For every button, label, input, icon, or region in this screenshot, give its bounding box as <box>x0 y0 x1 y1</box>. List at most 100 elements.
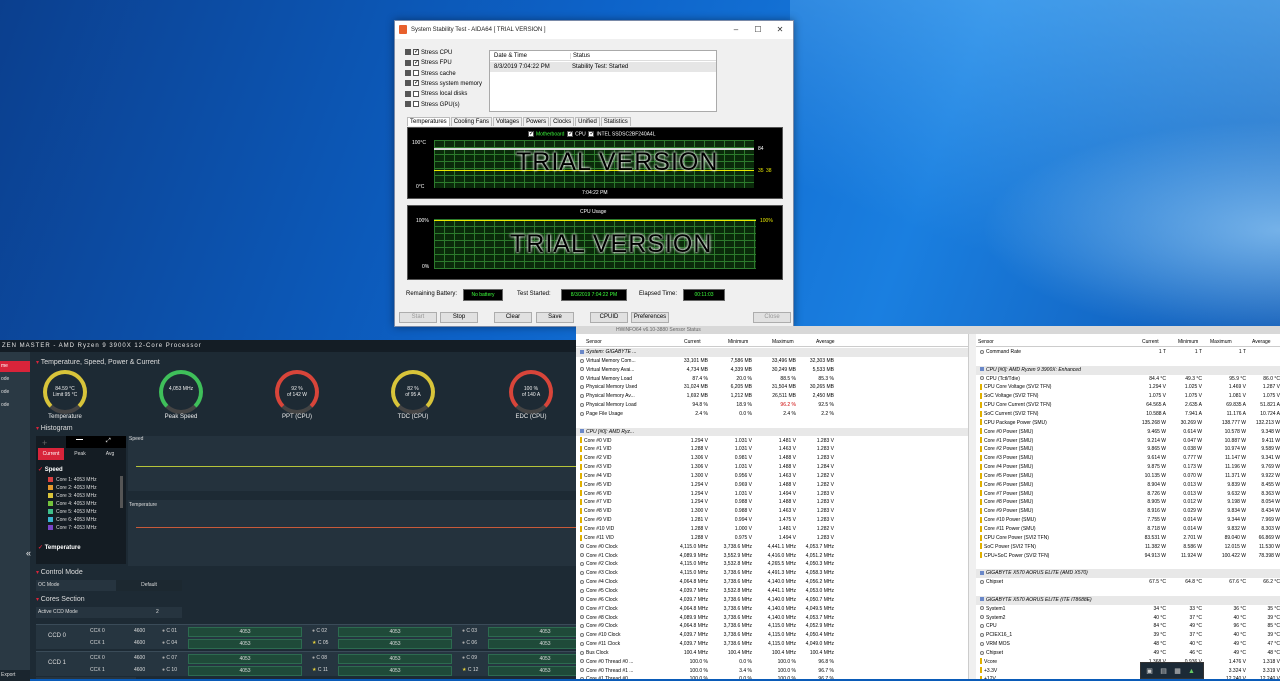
checkbox-icon[interactable]: ✓ <box>567 131 573 137</box>
sensor-row[interactable]: Core #0 Power (SMU) 9.465 W 0.614 W 10.578 … <box>976 428 1280 437</box>
sensor-row[interactable]: Core #10 Clock 4,039.7 MHz 3,738.6 MHz 4,11… <box>576 631 968 640</box>
tab-voltages[interactable]: Voltages <box>493 117 523 126</box>
sensor-row[interactable]: CPU (Tctl/Tdie) 84.4 °C 49.3 °C 95.9 °C 86.0… <box>976 375 1280 384</box>
tab-clocks[interactable]: Clocks <box>550 117 575 126</box>
hist-temp-group[interactable]: ✓ Temperature <box>38 544 81 551</box>
sensor-group[interactable]: GIGABYTE X570 AORUS ELITE (ITE IT8688E) <box>976 595 1280 605</box>
sensor-row[interactable]: Vcore1.368 V0.936 V1.476 V1.318 V <box>976 658 1280 667</box>
sensor-row[interactable]: +3.3V3.324 V3.324 V3.324 V3.319 V <box>976 667 1280 676</box>
sensor-row[interactable]: VRM MOS 48 °C 40 °C 49 °C 47 °C <box>976 640 1280 649</box>
sensor-row[interactable]: Core #6 Power (SMU) 8.904 W 0.013 W 9.839 W… <box>976 481 1280 490</box>
sensor-row[interactable]: Bus Clock 100.4 MHz 100.4 MHz 100.4 MHz 100.… <box>576 649 968 658</box>
sensor-row[interactable]: SoC Voltage (SVI2 TFN) 1.075 V 1.075 V 1.08… <box>976 392 1280 401</box>
core-color-swatch[interactable] <box>48 517 53 523</box>
sensor-row[interactable]: Core #5 Power (SMU) 10.135 W 0.070 W 11.371… <box>976 472 1280 481</box>
stress-option[interactable]: Stress cache <box>405 69 456 79</box>
sensor-row[interactable]: Core #10 VID 1.288 V 1.000 V 1.481 V 1.282 V <box>576 525 968 534</box>
core-id[interactable]: ● C 09 <box>462 653 477 664</box>
tray-network-icon[interactable]: ▦ <box>1173 667 1182 676</box>
sensor-row[interactable]: Core #8 Power (SMU) 8.905 W 0.012 W 9.198 W… <box>976 498 1280 507</box>
sensor-row[interactable]: Virtual Memory Com... 33,101 MB 7,586 MB 33… <box>576 357 968 366</box>
section-histogram[interactable]: ▾ Histogram <box>36 425 73 432</box>
core-frequency-bar[interactable]: 4053 <box>338 654 452 664</box>
core-frequency-bar[interactable]: 4053 <box>188 654 302 664</box>
sensor-row[interactable]: CPU Core Voltage (SVI2 TFN) 1.294 V 1.025 … <box>976 383 1280 392</box>
core-item[interactable]: Core 3: 4053 MHz <box>48 492 118 500</box>
core-frequency-bar[interactable]: 4053 <box>188 639 302 649</box>
sidebar-item-home[interactable]: me <box>0 361 30 372</box>
tab-peak[interactable]: Peak <box>68 448 92 460</box>
tab-cooling-fans[interactable]: Cooling Fans <box>450 117 493 126</box>
sensor-row[interactable]: Core #9 Power (SMU) 8.916 W 0.029 W 9.834 W… <box>976 507 1280 516</box>
sensor-row[interactable]: Core #3 VID 1.306 V 1.031 V 1.488 V 1.284 V <box>576 463 968 472</box>
sensor-row[interactable]: Core #11 VID 1.288 V 0.975 V 1.494 V 1.283 V <box>576 534 968 543</box>
hist-scrollbar[interactable] <box>120 476 123 508</box>
sensor-row[interactable]: Core #1 Thread #0 ... 100.0 % 0.0 % 100.0 %… <box>576 675 968 679</box>
sensor-row[interactable]: Core #4 Clock 4,064.8 MHz 3,738.6 MHz 4,140… <box>576 578 968 587</box>
sidebar-item-mode1[interactable]: ode <box>0 374 30 385</box>
section-cores[interactable]: ▾ Cores Section <box>36 596 85 603</box>
sensor-row[interactable]: Core #10 Power (SMU) 7.755 W 0.014 W 9.344 … <box>976 516 1280 525</box>
tab-statistics[interactable]: Statistics <box>600 117 631 126</box>
preferences-button[interactable]: Preferences <box>631 312 669 323</box>
section-control[interactable]: ▾ Control Mode <box>36 569 83 576</box>
sensor-row[interactable]: CPU Core Current (SVI2 TFN) 64.565 A 2.635… <box>976 401 1280 410</box>
checkbox-icon[interactable] <box>413 100 419 107</box>
sensor-row[interactable]: System1 34 °C 33 °C 36 °C 35 °C <box>976 605 1280 614</box>
sensor-group[interactable]: System: GIGABYTE ... <box>576 348 968 357</box>
tab-avg[interactable]: Avg <box>98 448 122 460</box>
section-temperature[interactable]: ▾ Temperature, Speed, Power & Current <box>36 359 160 366</box>
stress-option[interactable]: Stress local disks <box>405 89 467 99</box>
maximize-icon[interactable]: ☐ <box>747 21 769 39</box>
oc-mode-row[interactable]: OC Mode Default <box>36 580 182 591</box>
tab-current[interactable]: Current <box>38 448 64 460</box>
sensor-row[interactable]: Page File Usage 2.4 % 0.0 % 2.4 % 2.2 % <box>576 410 968 419</box>
stress-option[interactable]: ✓ Stress system memory <box>405 79 482 89</box>
sensor-row[interactable]: Core #3 Power (SMU) 9.614 W 0.777 W 11.147 … <box>976 454 1280 463</box>
core-color-swatch[interactable] <box>48 485 53 491</box>
sensor-row[interactable]: Core #0 VID 1.294 V 1.031 V 1.481 V 1.283 V <box>576 437 968 446</box>
sensor-row[interactable]: Core #4 VID 1.300 V 0.956 V 1.463 V 1.282 V <box>576 472 968 481</box>
sensor-row[interactable]: Chipset 49 °C 46 °C 49 °C 48 °C <box>976 649 1280 658</box>
tab-unified[interactable]: Unified <box>575 117 600 126</box>
log-table[interactable]: Date & Time Status 8/3/2019 7:04:22 PM S… <box>489 50 717 112</box>
sensor-row[interactable]: Core #1 Power (SMU) 9.214 W 0.047 W 10.887 … <box>976 437 1280 446</box>
minimize-icon[interactable]: – <box>725 21 747 39</box>
checkbox-icon[interactable]: ✓ <box>413 59 419 66</box>
close-button[interactable]: Close <box>753 312 791 323</box>
sensor-row[interactable]: Command Rate 1 T 1 T 1 T <box>976 348 1280 357</box>
core-id[interactable]: ★ C 05 <box>312 638 328 649</box>
sensor-row[interactable]: CPU Core Power (SVI2 TFN) 83.531 W 2.701 W… <box>976 534 1280 543</box>
sensor-row[interactable]: Core #3 Clock 4,115.0 MHz 3,738.6 MHz 4,491… <box>576 569 968 578</box>
core-id[interactable]: ● C 06 <box>462 638 477 649</box>
core-id[interactable]: ● C 03 <box>462 626 477 637</box>
sensor-row[interactable]: System2 40 °C 37 °C 40 °C 39 °C <box>976 614 1280 623</box>
hw-splitter[interactable] <box>968 334 976 679</box>
sensor-row[interactable]: Core #0 Clock 4,115.0 MHz 3,738.6 MHz 4,441… <box>576 543 968 552</box>
core-frequency-bar[interactable]: 4053 <box>338 627 452 637</box>
sensor-row[interactable]: +12V12.240 V12.240 V12.240 V12.240 V <box>976 675 1280 679</box>
core-color-swatch[interactable] <box>48 493 53 499</box>
core-item[interactable]: Core 2: 4053 MHz <box>48 484 118 492</box>
stress-option[interactable]: ✓ Stress FPU <box>405 58 452 68</box>
tray-app-icon[interactable]: ▣ <box>1145 667 1154 676</box>
start-button[interactable]: Start <box>399 312 437 323</box>
stop-button[interactable]: Stop <box>440 312 478 323</box>
sensor-row[interactable]: Physical Memory Load 94.8 % 18.9 % 96.2 % 92… <box>576 401 968 410</box>
checkbox-icon[interactable]: ✓ <box>528 131 534 137</box>
checkbox-icon[interactable] <box>413 70 419 77</box>
tab-temperatures[interactable]: Temperatures <box>407 117 450 126</box>
add-icon[interactable]: + <box>42 438 47 448</box>
core-frequency-bar[interactable]: 4053 <box>338 666 452 676</box>
checkbox-icon[interactable]: ✓ <box>588 131 595 137</box>
core-id[interactable]: ★ C 12 <box>462 665 478 676</box>
sensor-row[interactable]: Physical Memory Av... 1,692 MB 1,212 MB 26,… <box>576 392 968 401</box>
sensor-row[interactable]: Core #5 VID 1.294 V 0.969 V 1.488 V 1.282 V <box>576 481 968 490</box>
sensor-row[interactable]: Core #9 VID 1.281 V 0.994 V 1.475 V 1.283 V <box>576 516 968 525</box>
sensor-row[interactable]: Core #1 VID 1.288 V 1.031 V 1.463 V 1.283 V <box>576 445 968 454</box>
sensor-row[interactable]: Core #0 Thread #1 ... 100.0 % 3.4 % 100.0 %… <box>576 667 968 676</box>
stress-option[interactable]: ✓ Stress CPU <box>405 48 452 58</box>
core-color-swatch[interactable] <box>48 477 53 483</box>
sensor-row[interactable]: Chipset 67.5 °C 64.8 °C 67.6 °C 66.2 °C <box>976 578 1280 587</box>
sidebar-item-export[interactable]: Export <box>0 670 30 681</box>
